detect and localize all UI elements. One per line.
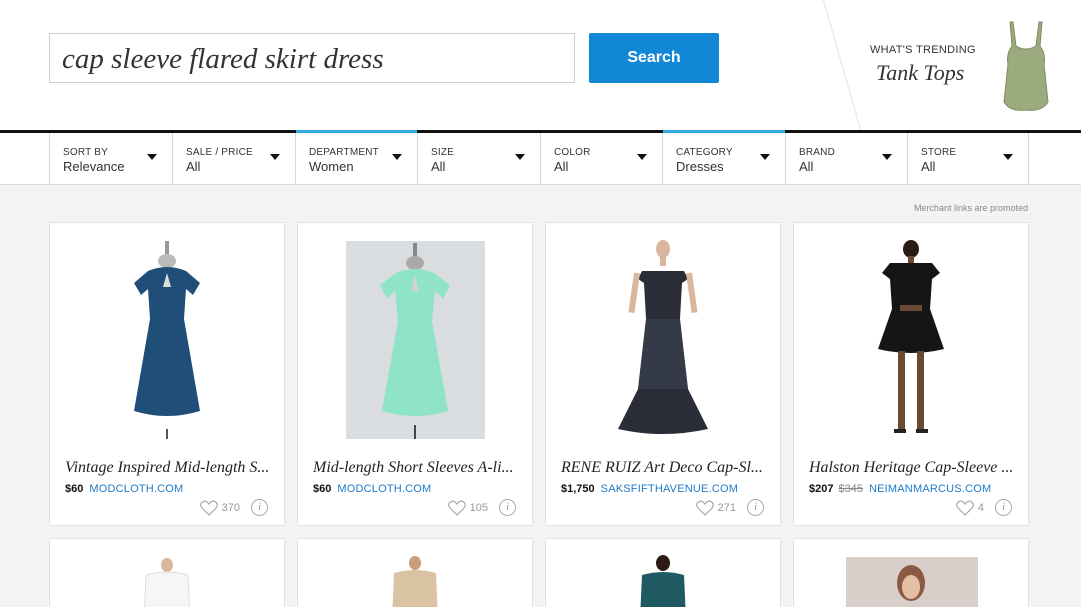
filter-value: All: [921, 159, 936, 174]
product-image[interactable]: [298, 239, 532, 439]
product-title[interactable]: Vintage Inspired Mid-length S...: [65, 459, 273, 477]
filter-bar: SORT BY Relevance SALE / PRICE All DEPAR…: [0, 130, 1081, 185]
product-old-price: $345: [838, 483, 863, 495]
promo-note: Merchant links are promoted: [913, 203, 1028, 213]
product-card[interactable]: [297, 538, 533, 607]
product-image[interactable]: [546, 239, 780, 439]
product-image[interactable]: [298, 539, 532, 607]
filter-value: All: [431, 159, 446, 174]
search-button[interactable]: Search: [589, 33, 719, 83]
product-price-row: $60 MODCLOTH.COM: [313, 483, 431, 495]
store-link[interactable]: MODCLOTH.COM: [89, 483, 183, 495]
product-image[interactable]: [50, 239, 284, 439]
product-card[interactable]: Vintage Inspired Mid-length S... $60 MODC…: [49, 222, 285, 526]
caret-down-icon: [760, 154, 770, 160]
trending-label: WHAT'S TRENDING: [870, 44, 976, 56]
header: cap sleeve flared skirt dress Search WHA…: [0, 0, 1081, 130]
info-icon[interactable]: i: [995, 499, 1012, 516]
product-price-row: $207 $345 NEIMANMARCUS.COM: [809, 483, 991, 495]
filter-sort-by[interactable]: SORT BY Relevance: [49, 133, 172, 185]
caret-down-icon: [1003, 154, 1013, 160]
filter-value: All: [799, 159, 814, 174]
info-icon[interactable]: i: [251, 499, 268, 516]
product-title[interactable]: RENE RUIZ Art Deco Cap-Sl...: [561, 459, 769, 477]
filter-value: Women: [309, 159, 354, 174]
favorite-button[interactable]: 105: [447, 499, 488, 517]
filter-value: Relevance: [63, 159, 125, 174]
favorite-count: 105: [469, 502, 488, 514]
caret-down-icon: [270, 154, 280, 160]
product-price-row: $1,750 SAKSFIFTHAVENUE.COM: [561, 483, 738, 495]
product-title[interactable]: Mid-length Short Sleeves A-li...: [313, 459, 521, 477]
heart-icon: [956, 500, 974, 516]
caret-down-icon: [637, 154, 647, 160]
filter-color[interactable]: COLOR All: [540, 133, 662, 185]
caret-down-icon: [392, 154, 402, 160]
product-price-row: $60 MODCLOTH.COM: [65, 483, 183, 495]
product-card[interactable]: RENE RUIZ Art Deco Cap-Sl... $1,750 SAKSF…: [545, 222, 781, 526]
product-title[interactable]: Halston Heritage Cap-Sleeve ...: [809, 459, 1017, 477]
caret-down-icon: [515, 154, 525, 160]
product-image[interactable]: [794, 239, 1028, 439]
favorite-button[interactable]: 4: [956, 499, 984, 517]
product-price: $1,750: [561, 483, 595, 495]
store-link[interactable]: MODCLOTH.COM: [337, 483, 431, 495]
filter-value: All: [186, 159, 201, 174]
favorite-count: 4: [977, 502, 984, 514]
favorite-count: 271: [717, 502, 736, 514]
heart-icon: [199, 500, 218, 516]
filter-department[interactable]: DEPARTMENT Women: [295, 130, 417, 185]
filter-size[interactable]: SIZE All: [417, 133, 540, 185]
product-image[interactable]: [546, 539, 780, 607]
favorite-count: 370: [221, 502, 240, 514]
filter-value: Dresses: [676, 159, 724, 174]
tank-top-image[interactable]: [996, 18, 1056, 114]
product-card[interactable]: [49, 538, 285, 607]
product-card[interactable]: Mid-length Short Sleeves A-li... $60 MODC…: [297, 222, 533, 526]
heart-icon: [447, 500, 466, 516]
product-price: $60: [313, 483, 332, 495]
filter-store[interactable]: STORE All: [907, 133, 1028, 185]
store-link[interactable]: SAKSFIFTHAVENUE.COM: [601, 483, 738, 495]
product-image[interactable]: [50, 539, 284, 607]
product-card[interactable]: Halston Heritage Cap-Sleeve ... $207 $345…: [793, 222, 1029, 526]
heart-icon: [695, 500, 714, 516]
favorite-button[interactable]: 271: [695, 499, 736, 517]
info-icon[interactable]: i: [747, 499, 764, 516]
store-link[interactable]: NEIMANMARCUS.COM: [869, 483, 991, 495]
filter-category[interactable]: CATEGORY Dresses: [662, 130, 785, 185]
favorite-button[interactable]: 370: [199, 499, 240, 517]
filter-value: All: [554, 159, 569, 174]
product-image[interactable]: [794, 539, 1028, 607]
caret-down-icon: [882, 154, 892, 160]
product-card[interactable]: [545, 538, 781, 607]
product-price: $60: [65, 483, 84, 495]
product-price: $207: [809, 483, 834, 495]
search-input[interactable]: cap sleeve flared skirt dress: [49, 33, 575, 83]
product-card[interactable]: [793, 538, 1029, 607]
filter-sale-price[interactable]: SALE / PRICE All: [172, 133, 295, 185]
info-icon[interactable]: i: [499, 499, 516, 516]
filter-brand[interactable]: BRAND All: [785, 133, 907, 185]
trending-link[interactable]: Tank Tops: [876, 60, 964, 86]
filter-divider: [1028, 133, 1029, 185]
caret-down-icon: [147, 154, 157, 160]
